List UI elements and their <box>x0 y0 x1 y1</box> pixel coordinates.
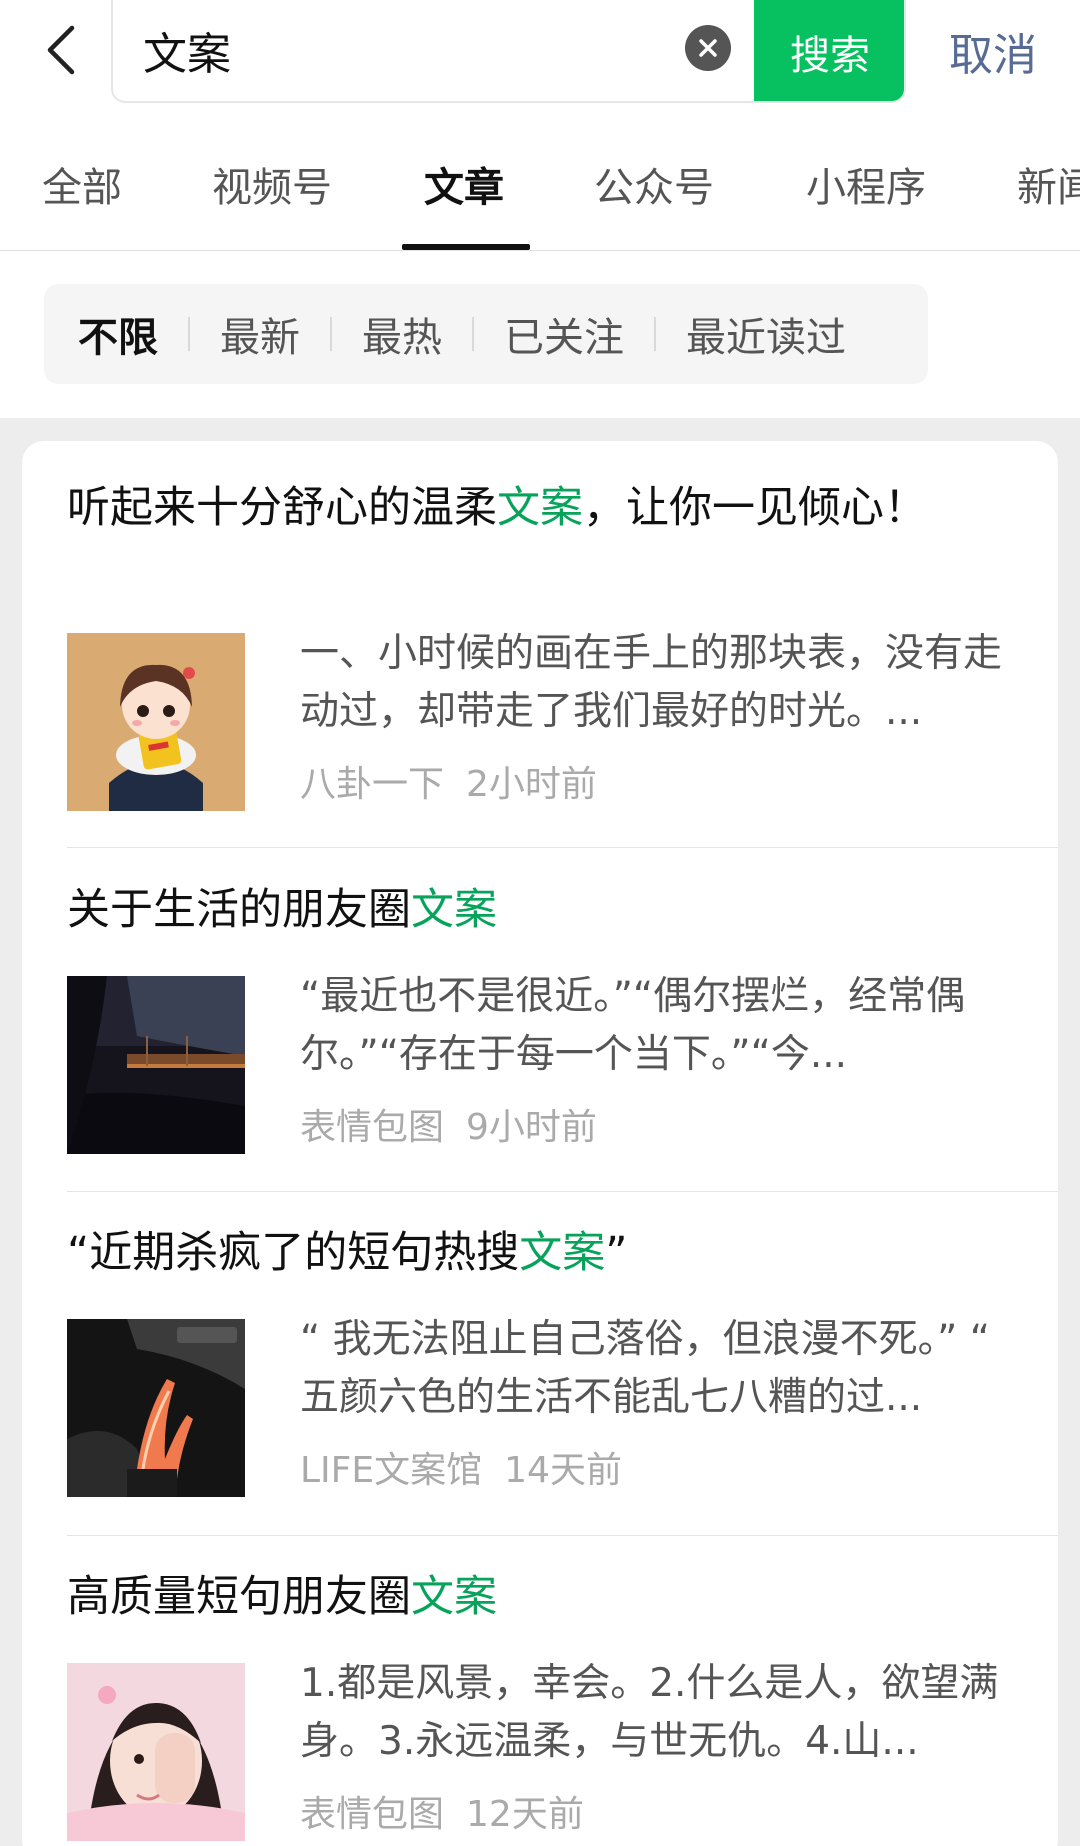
filter-hottest[interactable]: 最热 <box>362 305 442 363</box>
article-source: 表情包图 <box>300 1794 445 1835</box>
filter-bar: 不限 最新 最热 已关注 最近读过 <box>44 284 928 384</box>
article-source: 表情包图 <box>300 1107 445 1148</box>
clear-search-button[interactable] <box>685 25 731 71</box>
article-meta: 表情包图 9小时前 <box>300 1098 597 1150</box>
article-result[interactable]: 高质量短句朋友圈文案 1.都是风景，幸会。2.什么是人，欲望满身。3.永远温柔，… <box>67 1566 1058 1846</box>
filter-followed[interactable]: 已关注 <box>504 305 624 363</box>
article-time: 9小时前 <box>466 1107 597 1148</box>
result-divider <box>67 1191 1058 1192</box>
article-result[interactable]: 听起来十分舒心的温柔文案，让你一见倾心！ 一、小时候的画在手上的那块表，没有走动… <box>67 477 1058 811</box>
chevron-left-icon <box>47 25 75 75</box>
article-title: 关于生活的朋友圈文案 <box>67 885 497 935</box>
tab-official-accounts[interactable]: 公众号 <box>594 155 714 215</box>
article-meta: LIFE文案馆 14天前 <box>300 1441 622 1493</box>
article-result[interactable]: 关于生活的朋友圈文案 “最近也不是很近。”“偶尔摆烂，经常偶尔。”“存在于每一个… <box>67 879 1058 1154</box>
tab-articles[interactable]: 文章 <box>424 155 504 215</box>
article-thumbnail <box>67 633 245 811</box>
search-input[interactable] <box>143 14 683 86</box>
article-thumbnail <box>67 1319 245 1497</box>
filter-divider <box>188 317 190 351</box>
article-title: “近期杀疯了的短句热搜文案” <box>67 1228 628 1278</box>
article-excerpt: “ 我无法阻止自己落俗，但浪漫不死。” “ 五颜六色的生活不能乱七八糟的过... <box>300 1317 990 1420</box>
article-source: 八卦一下 <box>300 764 445 805</box>
filter-recently-read[interactable]: 最近读过 <box>686 305 846 363</box>
tab-channels[interactable]: 视频号 <box>212 155 332 215</box>
search-header: 搜索 取消 <box>0 0 1080 125</box>
article-time: 2小时前 <box>466 764 597 805</box>
article-time: 14天前 <box>504 1450 622 1491</box>
result-divider <box>67 1535 1058 1536</box>
article-title: 高质量短句朋友圈文案 <box>67 1572 497 1622</box>
tab-mini-programs[interactable]: 小程序 <box>806 155 926 215</box>
active-tab-indicator <box>402 244 530 250</box>
filter-unlimited[interactable]: 不限 <box>78 305 158 363</box>
filter-divider <box>654 317 656 351</box>
article-excerpt: 一、小时候的画在手上的那块表，没有走动过，却带走了我们最好的时光。... <box>300 631 1003 734</box>
cancel-button[interactable]: 取消 <box>918 18 1068 84</box>
article-excerpt: 1.都是风景，幸会。2.什么是人，欲望满身。3.永远温柔，与世无仇。4.山... <box>300 1661 999 1764</box>
article-result[interactable]: “近期杀疯了的短句热搜文案” “ 我无法阻止自己落俗，但浪漫不死。” “ 五颜六… <box>67 1222 1058 1497</box>
article-meta: 八卦一下 2小时前 <box>300 755 597 807</box>
keyword-highlight: 文案 <box>411 1572 497 1622</box>
search-button[interactable]: 搜索 <box>754 0 904 101</box>
filter-section: 不限 最新 最热 已关注 最近读过 <box>0 251 1080 418</box>
article-meta: 表情包图 12天前 <box>300 1785 584 1837</box>
tab-news[interactable]: 新闻 <box>1017 155 1080 215</box>
article-thumbnail <box>67 976 245 1154</box>
clear-icon <box>699 39 717 57</box>
keyword-highlight: 文案 <box>411 885 497 935</box>
article-source: LIFE文案馆 <box>300 1450 483 1491</box>
result-divider <box>67 847 1058 848</box>
article-excerpt: “最近也不是很近。”“偶尔摆烂，经常偶尔。”“存在于每一个当下。”“今... <box>300 974 966 1077</box>
keyword-highlight: 文案 <box>497 483 583 533</box>
tab-all[interactable]: 全部 <box>42 155 122 215</box>
filter-divider <box>330 317 332 351</box>
search-box: 搜索 <box>111 0 906 103</box>
keyword-highlight: 文案 <box>519 1228 606 1278</box>
article-title: 听起来十分舒心的温柔文案，让你一见倾心！ <box>67 483 927 533</box>
filter-latest[interactable]: 最新 <box>220 305 300 363</box>
results-list: 听起来十分舒心的温柔文案，让你一见倾心！ 一、小时候的画在手上的那块表，没有走动… <box>22 441 1058 1846</box>
article-time: 12天前 <box>466 1794 584 1835</box>
article-thumbnail <box>67 1663 245 1841</box>
category-tabs: 全部 视频号 文章 公众号 小程序 新闻 <box>0 125 1080 251</box>
back-button[interactable] <box>36 18 86 82</box>
filter-divider <box>472 317 474 351</box>
